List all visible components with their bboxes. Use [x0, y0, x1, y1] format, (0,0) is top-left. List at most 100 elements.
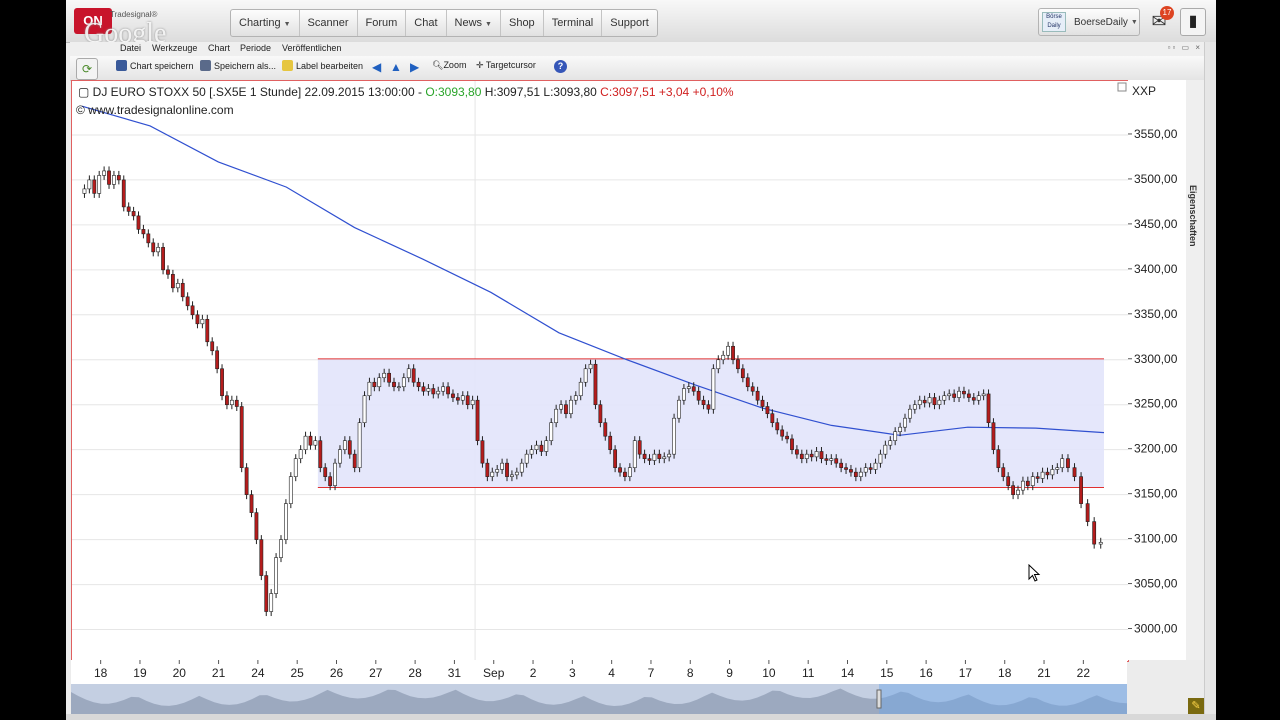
candle [726, 341, 731, 360]
candle-body [770, 413, 775, 424]
candle-body [333, 462, 337, 486]
candle-body [416, 381, 421, 388]
edit-label-button[interactable]: Label bearbeiten [282, 60, 363, 71]
arrow-right-icon[interactable]: ▶ [410, 60, 419, 74]
x-tick-label: 18 [94, 666, 108, 680]
vertical-scrollbar[interactable] [1204, 42, 1216, 720]
menu-datei[interactable]: Datei [120, 43, 141, 53]
candle-body [121, 179, 126, 208]
candle-body [1098, 542, 1103, 545]
y-tick-label: 3150,00 [1134, 487, 1178, 501]
candle-body [795, 449, 799, 455]
candle-body [1030, 476, 1035, 486]
candle [146, 229, 151, 248]
candle-body [878, 453, 883, 464]
x-tick-label: 27 [369, 666, 383, 680]
y-tick-label: 3100,00 [1134, 532, 1178, 546]
mouse-cursor-icon [1028, 564, 1041, 582]
header-instrument: ▢ DJ EURO STOXX 50 [.SX5E 1 Stunde] 22.0… [78, 85, 425, 99]
save-chart-button[interactable]: Chart speichern [116, 60, 194, 71]
y-tick-label: 3400,00 [1134, 262, 1178, 276]
home-icon[interactable]: ▲ [390, 60, 402, 74]
menu-chart[interactable]: Chart [208, 43, 230, 53]
nav-charting[interactable]: Charting ▼ [231, 10, 300, 36]
nav-support[interactable]: Support [602, 10, 657, 36]
candle-body [932, 397, 937, 406]
candle-body [411, 368, 416, 383]
mail-button[interactable]: ✉ 17 [1146, 6, 1174, 34]
nav-chat[interactable]: Chat [406, 10, 447, 36]
candle-body [991, 422, 996, 450]
candle-body [1060, 458, 1065, 468]
candle [293, 454, 298, 482]
candle-body [873, 462, 878, 470]
x-axis-svg: 18 19 20 21 24 25 26 27 28 31 Sep 2 3 4 7 8 9 10 11 14 15 16 1… [94, 660, 1090, 680]
help-icon[interactable]: ? [554, 60, 567, 73]
candle-body [465, 395, 470, 406]
candle-body [652, 453, 657, 461]
candle-body [215, 350, 220, 370]
candle-body [765, 406, 770, 415]
candle-body [406, 368, 411, 379]
candle-body [387, 372, 391, 383]
candle-body [696, 390, 701, 401]
properties-tab[interactable]: Eigenschaften [1186, 80, 1204, 660]
label-icon [282, 60, 293, 71]
candle-body [338, 449, 342, 464]
x-tick-label: 26 [330, 666, 344, 680]
candle-body [809, 453, 814, 458]
save-as-icon [200, 60, 211, 71]
zoom-button[interactable]: 🔍︎Zoom [432, 60, 466, 71]
nav-news[interactable]: News ▼ [447, 10, 501, 36]
menu-periode[interactable]: Periode [240, 43, 271, 53]
candle-body [893, 431, 898, 441]
wrench-icon[interactable]: ✎ [1188, 698, 1204, 714]
menu-veroeffentlichen[interactable]: Veröffentlichen [282, 43, 341, 53]
candle-body [514, 471, 519, 476]
candle-body [1021, 480, 1025, 491]
x-tick-label: 11 [802, 666, 815, 680]
nav-shop[interactable]: Shop [501, 10, 544, 36]
magnifier-icon: 🔍︎ [432, 60, 444, 70]
candle-body [323, 467, 328, 477]
candle-body [681, 388, 686, 401]
candle [234, 395, 239, 412]
candle [102, 166, 107, 180]
bookmark-button[interactable]: ▮ [1180, 8, 1206, 36]
candle [303, 431, 308, 455]
candle-body [1016, 489, 1020, 495]
chevron-down-icon: ▼ [1130, 18, 1138, 26]
window-controls-icon[interactable]: ▫▫ ▭ × [1168, 43, 1202, 52]
candle-body [711, 368, 716, 410]
candle-body [352, 453, 357, 468]
user-menu[interactable]: Börse Daily BoerseDaily ▼ [1038, 8, 1140, 36]
arrow-left-icon[interactable]: ◀ [372, 60, 381, 74]
overview-navigator[interactable] [71, 684, 1127, 714]
refresh-icon[interactable]: ⟳ [76, 58, 98, 80]
zoom-label: Zoom [443, 60, 467, 70]
candle-body [254, 512, 259, 540]
x-tick-label: 7 [648, 666, 655, 680]
targetcursor-button[interactable]: ✛ Targetcursor [476, 60, 536, 71]
nav-forum[interactable]: Forum [358, 10, 407, 36]
candle [1079, 472, 1083, 509]
nav-terminal[interactable]: Terminal [544, 10, 603, 36]
properties-tab-label: Eigenschaften [1188, 185, 1198, 247]
candle-body [957, 390, 961, 398]
symbol-label: XXP [1132, 84, 1156, 98]
candle-body [603, 422, 608, 437]
candle-body [672, 417, 676, 455]
candle-body [1066, 458, 1070, 468]
candle-body [745, 377, 750, 388]
save-as-button[interactable]: Speichern als... [200, 60, 276, 71]
candle-body [451, 393, 455, 398]
menu-werkzeuge[interactable]: Werkzeuge [152, 43, 197, 53]
candle [244, 463, 249, 500]
candle [82, 184, 87, 198]
nav-scanner[interactable]: Scanner [300, 10, 358, 36]
y-tick-label: 3550,00 [1134, 127, 1178, 141]
candle [986, 389, 991, 428]
candle [1085, 499, 1090, 527]
chart-plot-area[interactable]: ▢ DJ EURO STOXX 50 [.SX5E 1 Stunde] 22.0… [71, 80, 1129, 662]
candle-body [564, 404, 568, 415]
